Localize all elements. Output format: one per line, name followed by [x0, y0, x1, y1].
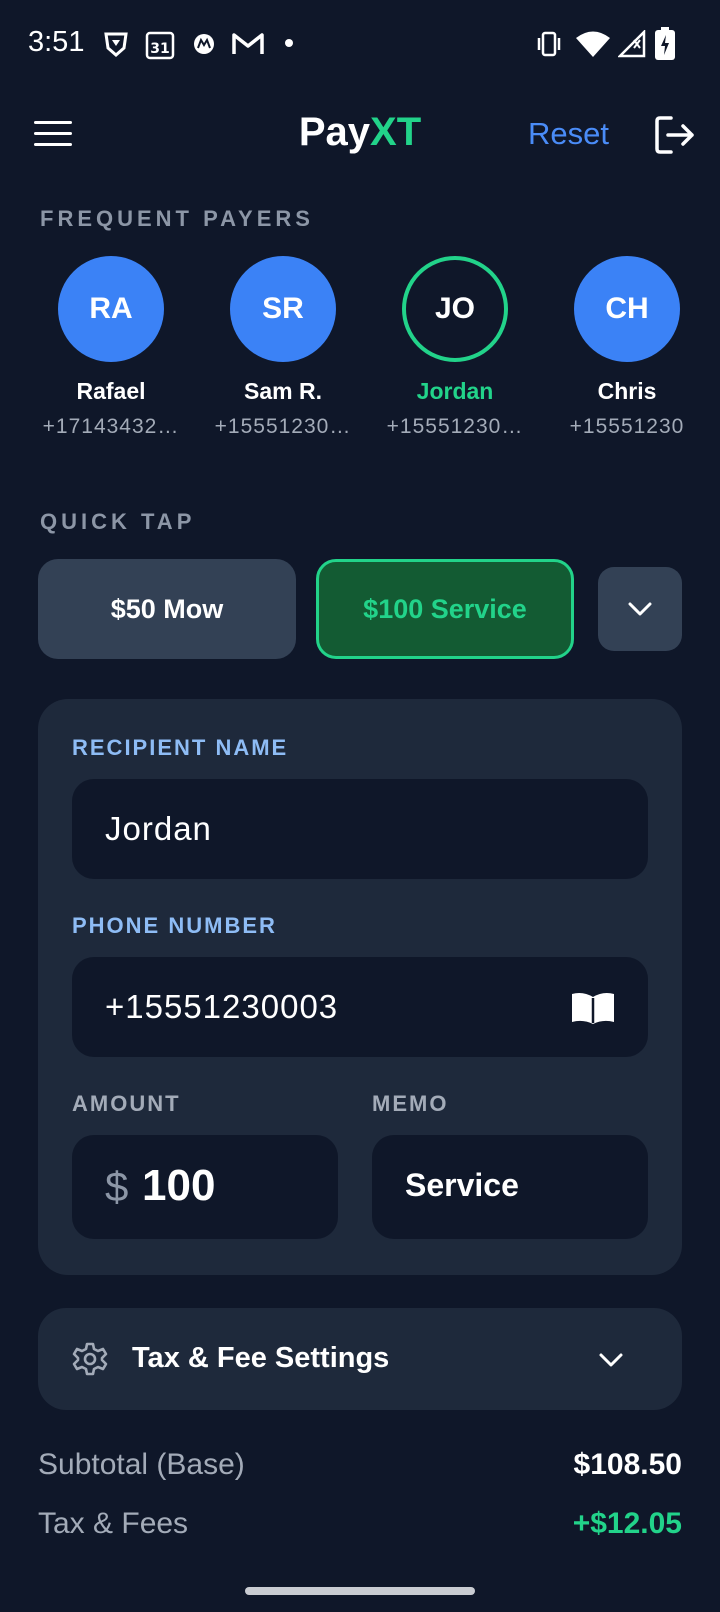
chevron-down-icon: [599, 1353, 623, 1367]
payer-phone: +15551230…: [214, 415, 352, 438]
contacts-book-icon[interactable]: [570, 991, 616, 1025]
avatar: JO: [402, 256, 508, 362]
recipient-field[interactable]: Jordan: [72, 779, 648, 879]
memo-label: MEMO: [372, 1091, 449, 1116]
amount-label: AMOUNT: [72, 1091, 181, 1116]
app-title: PayXT: [0, 110, 720, 155]
payer-sam[interactable]: SR Sam R. +15551230…: [197, 256, 369, 439]
vibrate-icon: [537, 31, 561, 57]
payer-rafael[interactable]: RA Rafael +17143432…: [25, 256, 197, 439]
subtotal-label: Subtotal (Base): [38, 1448, 245, 1481]
chevron-down-icon: [628, 602, 652, 616]
payer-phone: +17143432…: [42, 415, 180, 438]
motorola-icon: [194, 34, 214, 54]
home-indicator[interactable]: [245, 1587, 475, 1595]
amount-value: 100: [142, 1161, 216, 1210]
battery-icon: [655, 27, 675, 60]
app-bar: PayXT Reset: [0, 100, 720, 170]
payer-phone: +15551230…: [386, 415, 524, 438]
recipient-value: Jordan: [105, 810, 212, 847]
currency-symbol: $: [105, 1163, 129, 1210]
svg-text:31: 31: [150, 41, 169, 57]
status-bar: 3:51 31: [0, 0, 720, 90]
avatar: RA: [58, 256, 164, 362]
calendar-icon: 31: [145, 31, 175, 60]
dot-icon: [285, 39, 293, 47]
avatar: CH: [574, 256, 680, 362]
avatar: SR: [230, 256, 336, 362]
tax-fees-label: Tax & Fees: [38, 1507, 189, 1540]
phone-value: +15551230003: [105, 988, 339, 1025]
memo-value: Service: [405, 1167, 519, 1203]
frequent-payers-label: FREQUENT PAYERS: [40, 206, 314, 231]
payer-jordan[interactable]: JO Jordan +15551230…: [369, 256, 541, 439]
payment-form: RECIPIENT NAME Jordan PHONE NUMBER +1555…: [38, 699, 682, 1275]
quick-tap-more-button[interactable]: [598, 567, 682, 651]
amount-field[interactable]: $ 100: [72, 1135, 338, 1239]
memo-field[interactable]: Service: [372, 1135, 648, 1239]
brave-icon: [104, 32, 128, 57]
payer-phone: +15551230: [569, 415, 685, 438]
quick-tap-service-button[interactable]: $100 Service: [316, 559, 574, 659]
signal-icon: [618, 30, 646, 58]
reset-button[interactable]: Reset: [528, 116, 609, 152]
logout-icon[interactable]: [654, 114, 696, 156]
app-title-pay: Pay: [298, 110, 371, 154]
gear-icon: [72, 1342, 108, 1376]
phone-field[interactable]: +15551230003: [72, 957, 648, 1057]
tax-fee-settings-toggle[interactable]: Tax & Fee Settings: [38, 1308, 682, 1410]
payer-name: Rafael: [76, 378, 146, 404]
quick-tap-mow-button[interactable]: $50 Mow: [38, 559, 296, 659]
payer-name: Jordan: [416, 378, 494, 404]
recipient-label: RECIPIENT NAME: [72, 735, 289, 760]
payer-chris[interactable]: CH Chris +15551230: [541, 256, 713, 439]
tax-fee-settings-label: Tax & Fee Settings: [132, 1342, 390, 1374]
phone-label: PHONE NUMBER: [72, 913, 277, 938]
payer-name: Chris: [597, 378, 657, 404]
quick-tap-label: QUICK TAP: [40, 509, 196, 534]
gmail-icon: [232, 33, 264, 54]
status-time: 3:51: [28, 26, 85, 58]
wifi-icon: [576, 31, 610, 57]
tax-fees-value: +$12.05: [572, 1507, 682, 1540]
subtotal-value: $108.50: [573, 1448, 682, 1481]
payer-name: Sam R.: [244, 378, 322, 404]
app-title-xt: XT: [370, 110, 422, 154]
